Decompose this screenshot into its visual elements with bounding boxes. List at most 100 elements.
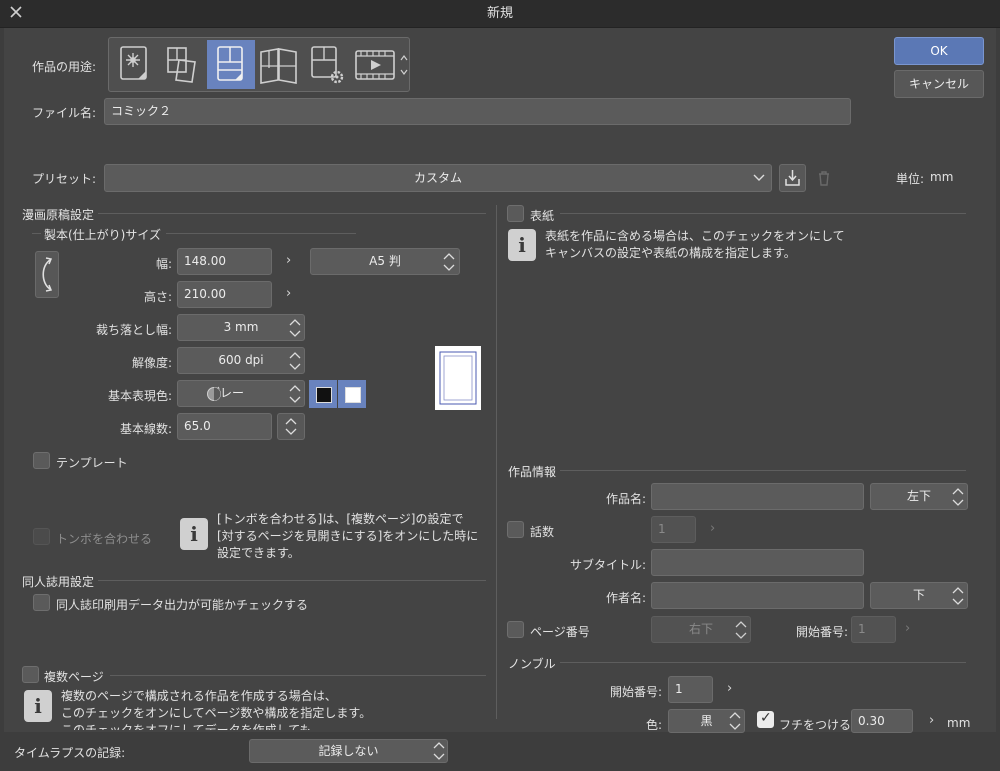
illustration-icon (120, 46, 147, 80)
usage-comic-button[interactable] (207, 40, 255, 89)
preset-value: カスタム (413, 171, 462, 185)
work-title-label: 作品名: (605, 492, 646, 506)
tombo-checkbox[interactable] (33, 528, 50, 545)
timelapse-label: タイムラプスの記録: (14, 746, 126, 760)
info-icon: i (180, 518, 208, 550)
bleed-stepper-icon[interactable] (288, 316, 302, 340)
width-arrow-icon[interactable]: › (286, 253, 291, 268)
usage-scroll-icon[interactable] (399, 52, 409, 78)
custom-settings-icon (311, 46, 344, 84)
cover-label: 表紙 (530, 209, 555, 223)
nombre-color-stepper-icon[interactable] (728, 710, 742, 732)
usage-animation-button[interactable] (351, 40, 399, 89)
height-input[interactable]: 210.00 (177, 281, 272, 308)
width-label: 幅: (155, 257, 172, 271)
doujin-check-checkbox[interactable] (33, 594, 50, 611)
line-count-stepper[interactable] (277, 413, 305, 440)
animation-icon (355, 50, 395, 80)
filename-input[interactable]: コミック２ (104, 98, 851, 125)
size-preset-select[interactable]: A5 判 (310, 248, 460, 275)
nombre-edge-checkbox[interactable] (757, 710, 774, 728)
page-start-label: 開始番号: (796, 625, 849, 639)
preset-select[interactable]: カスタム (104, 164, 772, 192)
usage-selector (108, 37, 410, 92)
width-input[interactable]: 148.00 (177, 248, 272, 275)
multi-info-icon: i (24, 690, 52, 722)
episode-arrow-icon[interactable]: › (710, 521, 715, 536)
multi-info-line-2: このチェックをオンにしてページ数や構成を指定します。 (61, 706, 372, 720)
page-number-label: ページ番号 (530, 625, 590, 639)
resolution-stepper-icon[interactable] (288, 349, 302, 373)
usage-custom-button[interactable] (303, 40, 351, 89)
doujin-check-label: 同人誌印刷用データ出力が可能かチェックする (56, 598, 309, 612)
bottom-bar (0, 733, 1000, 771)
color-mode-stepper-icon[interactable] (288, 382, 302, 406)
page-start-arrow-icon[interactable]: › (905, 621, 910, 636)
cover-checkbox[interactable] (507, 205, 524, 222)
template-label: テンプレート (56, 456, 128, 470)
timelapse-value: 記録しない (318, 744, 379, 758)
episode-input[interactable]: 1 (651, 516, 696, 543)
title-pos-stepper-icon[interactable] (951, 485, 965, 509)
timelapse-stepper-icon[interactable] (432, 740, 446, 762)
print-spread-icon (260, 48, 297, 84)
height-arrow-icon[interactable]: › (286, 286, 291, 301)
work-section-title: 作品情報 (508, 465, 557, 479)
multi-page-checkbox[interactable] (22, 666, 39, 683)
save-preset-button[interactable] (779, 164, 806, 192)
rotate-orientation-button[interactable] (35, 251, 59, 298)
manga-section-line (98, 213, 486, 214)
multi-info-text: 複数のページで構成される作品を作成する場合は、 このチェックをオンにしてページ数… (61, 688, 371, 730)
usage-illustration-button[interactable] (111, 40, 159, 89)
chevron-down-icon (753, 174, 765, 181)
resolution-select[interactable]: 600 dpi (177, 347, 305, 374)
unit-value[interactable]: mm (930, 170, 953, 184)
size-preset-value: A5 判 (369, 254, 401, 268)
template-checkbox[interactable] (33, 452, 50, 469)
trash-icon[interactable] (814, 168, 834, 188)
usage-print-button[interactable] (255, 40, 303, 89)
height-label: 高さ: (143, 290, 172, 304)
multi-info-line-3: このチェックをオフにしてデータを作成しても (61, 723, 312, 730)
paper-color-white-swatch[interactable] (338, 380, 366, 408)
author-input[interactable] (651, 582, 864, 609)
binding-section-line (166, 233, 356, 234)
work-title-input[interactable] (651, 483, 864, 510)
nombre-edge-arrow-icon[interactable]: › (929, 713, 934, 728)
tombo-info-text: [トンボを合わせる]は、[複数ページ]の設定で [対するページを見開きにする]を… (217, 511, 478, 562)
episode-checkbox[interactable] (507, 521, 524, 538)
usage-webtoon-button[interactable] (159, 40, 207, 89)
nombre-start-input[interactable]: 1 (668, 676, 713, 703)
page-pos-stepper-icon[interactable] (734, 618, 748, 642)
usage-label: 作品の用途: (32, 60, 97, 74)
line-count-input[interactable]: 65.0 (177, 413, 272, 440)
page-start-input[interactable]: 1 (851, 616, 896, 643)
drawing-color-black-swatch[interactable] (309, 380, 337, 408)
nombre-edge-input[interactable]: 0.30 (851, 709, 913, 733)
multi-page-line (110, 675, 486, 676)
cover-info-text: 表紙を作品に含める場合は、このチェックをオンにして キャンバスの設定や表紙の構成… (545, 228, 845, 262)
rotate-icon (42, 257, 53, 292)
page-number-position: 右下 (688, 622, 713, 636)
timelapse-select[interactable]: 記録しない (249, 739, 448, 763)
gray-mode-icon (207, 387, 221, 401)
cover-info-line-1: 表紙を作品に含める場合は、このチェックをオンにして (545, 229, 845, 243)
window-title: 新規 (486, 6, 513, 21)
bleed-select[interactable]: 3 mm (177, 314, 305, 341)
subtitle-label: サブタイトル: (569, 558, 646, 572)
author-pos-stepper-icon[interactable] (951, 584, 965, 608)
page-number-checkbox[interactable] (507, 621, 524, 638)
column-divider (496, 205, 497, 719)
resolution-value: 600 dpi (218, 353, 264, 367)
author-label: 作者名: (605, 591, 646, 605)
cancel-button[interactable]: キャンセル (894, 70, 984, 98)
size-stepper-icon[interactable] (442, 250, 456, 274)
nombre-start-arrow-icon[interactable]: › (727, 681, 732, 696)
doujin-section-line (98, 580, 486, 581)
ok-button[interactable]: OK (894, 37, 984, 65)
subtitle-input[interactable] (651, 549, 864, 576)
comic-icon (217, 46, 243, 81)
nombre-edge-unit: mm (947, 716, 971, 730)
filename-label: ファイル名: (32, 106, 97, 120)
color-mode-select[interactable]: グレー (177, 380, 305, 407)
